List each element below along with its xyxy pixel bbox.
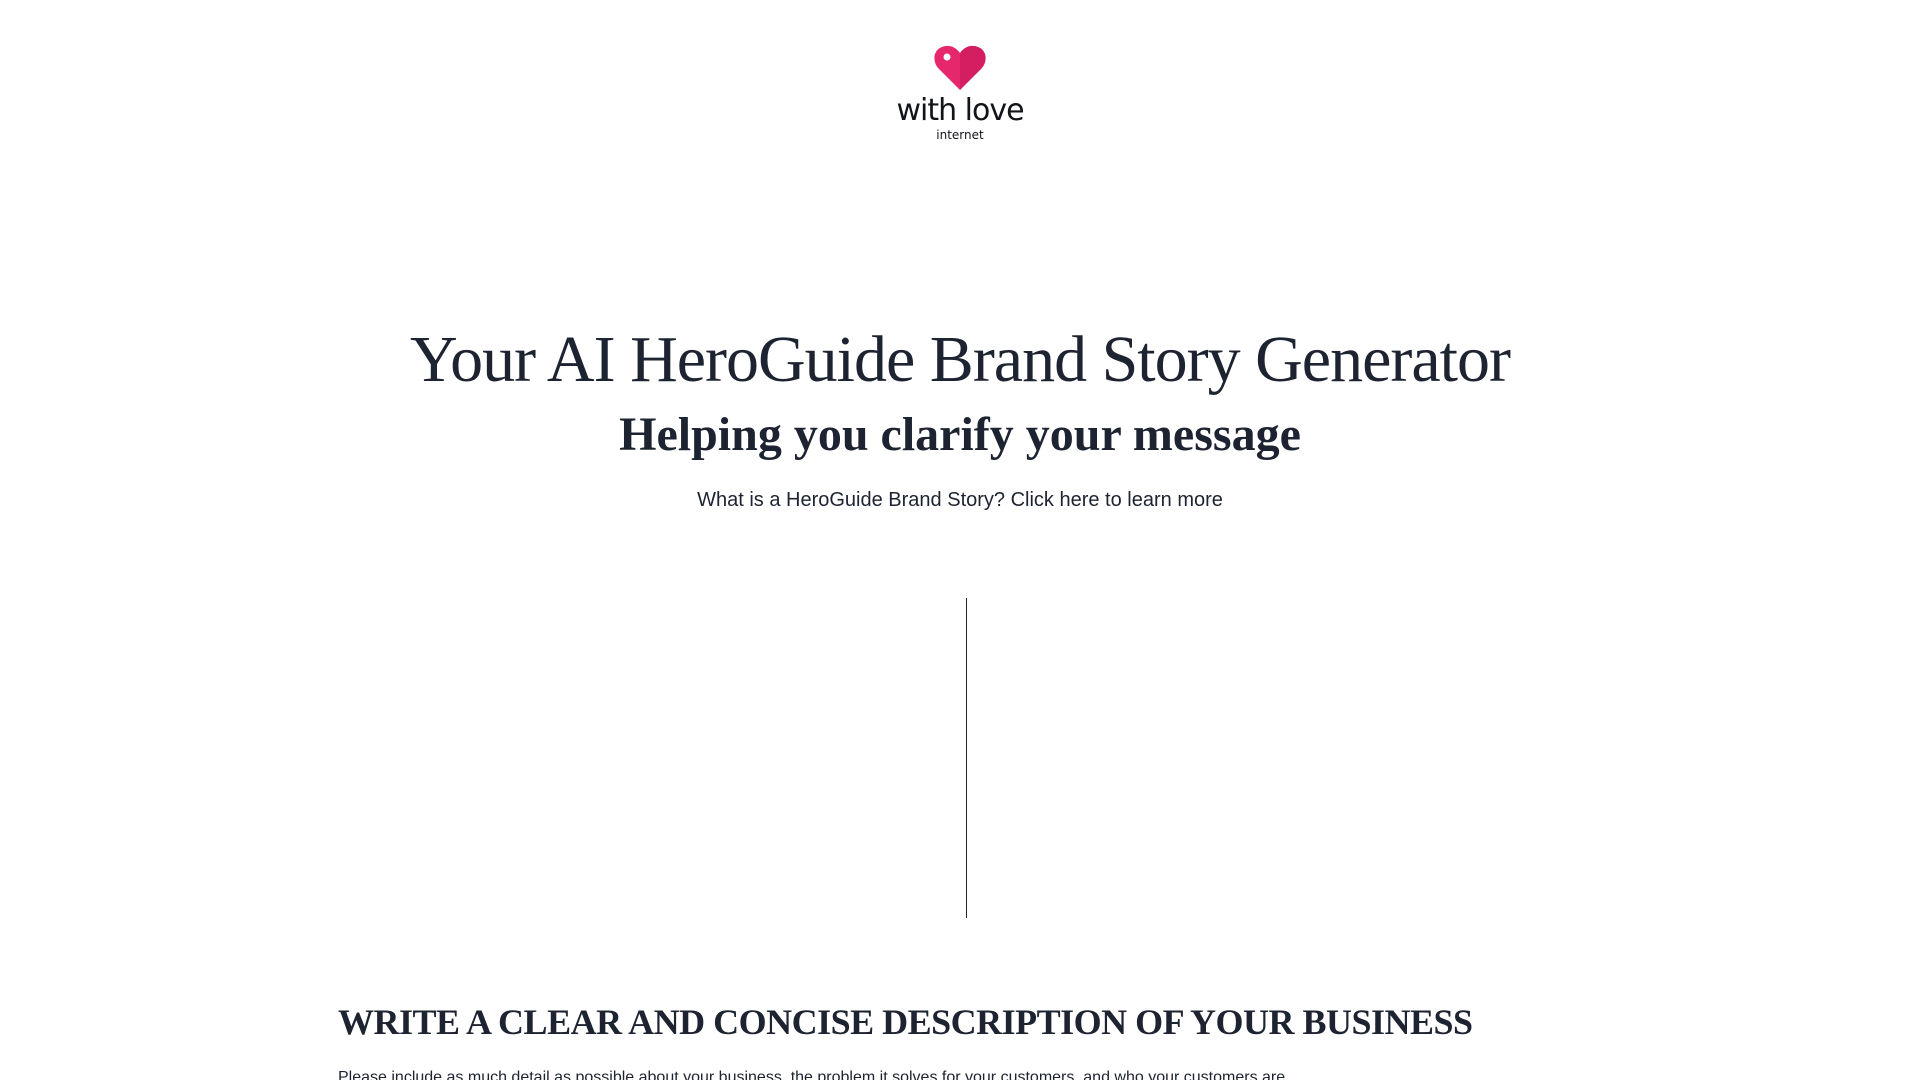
heart-icon	[934, 45, 986, 90]
logo[interactable]: with love internet	[0, 44, 1920, 142]
learn-more-link[interactable]: What is a HeroGuide Brand Story? Click h…	[0, 487, 1920, 513]
description-heading: WRITE A CLEAR AND CONCISE DESCRIPTION OF…	[338, 1002, 1473, 1042]
logo-wordmark: with love	[896, 93, 1024, 128]
page-subtitle: Helping you clarify your message	[619, 408, 1301, 461]
page-title: Your AI HeroGuide Brand Story Generator	[410, 323, 1511, 396]
logo-subtext: internet	[936, 128, 984, 142]
description-helper-text: Please include as much detail as possibl…	[338, 1069, 1290, 1080]
vertical-divider	[966, 598, 967, 918]
